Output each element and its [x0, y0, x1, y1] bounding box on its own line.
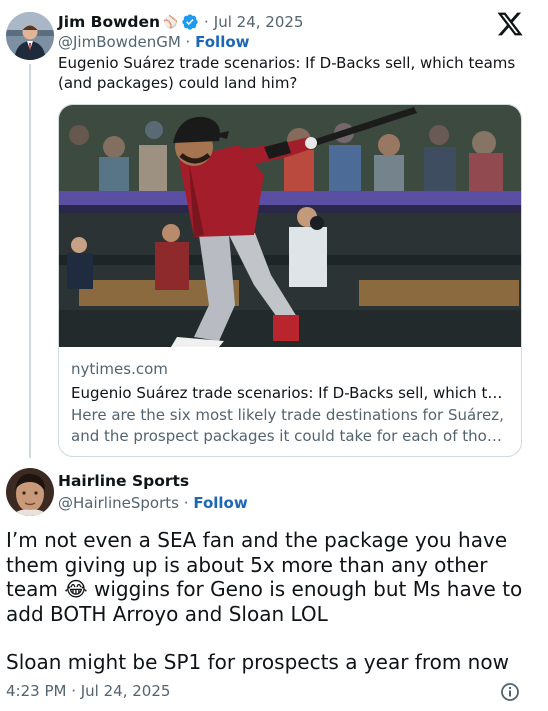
author-handle[interactable]: @JimBowdenGM: [58, 33, 181, 51]
parent-author-row: Jim Bowden ⚾ · Jul 24, 2025: [58, 11, 303, 33]
reply-timestamp[interactable]: 4:23 PM · Jul 24, 2025: [6, 682, 170, 700]
card-description: Here are the six most likely trade desti…: [71, 405, 509, 447]
author-avatar-jim-bowden[interactable]: [6, 12, 54, 60]
avatar-photo: [6, 12, 54, 60]
link-preview-card[interactable]: nytimes.com Eugenio Suárez trade scenari…: [58, 104, 522, 457]
name-emoji: ⚾: [163, 15, 179, 29]
article-image: [59, 105, 521, 347]
card-description-line-2: and the prospect packages it could take …: [71, 427, 509, 445]
date-separator: ·: [204, 13, 209, 31]
reply-paragraph-1: I’m not even a SEA fan and the package y…: [6, 528, 523, 626]
author-name[interactable]: Jim Bowden: [58, 13, 160, 31]
reply-author-handle[interactable]: @HairlineSports: [58, 494, 179, 512]
verified-badge-icon: [181, 13, 199, 31]
card-domain: nytimes.com: [71, 360, 168, 378]
reply-handle-row: @HairlineSports · Follow: [58, 494, 248, 512]
card-description-line-1: Here are the six most likely trade desti…: [71, 406, 504, 424]
tweet-text: Eugenio Suárez trade scenarios: If D-Bac…: [58, 54, 516, 92]
reply-text: I’m not even a SEA fan and the package y…: [6, 528, 542, 675]
reply-paragraph-2: Sloan might be SP1 for prospects a year …: [6, 650, 509, 674]
handle-separator: ·: [185, 33, 191, 51]
info-icon[interactable]: [500, 682, 520, 702]
parent-handle-row: @JimBowdenGM · Follow: [58, 33, 250, 51]
reply-author-name[interactable]: Hairline Sports: [58, 472, 189, 490]
author-avatar-hairline-sports[interactable]: [6, 468, 54, 516]
follow-button[interactable]: Follow: [193, 494, 247, 512]
thread-connector-line: [29, 64, 31, 458]
handle-separator: ·: [183, 494, 189, 512]
tweet-date[interactable]: Jul 24, 2025: [214, 13, 304, 31]
avatar-photo: [6, 468, 54, 516]
x-logo-icon[interactable]: [496, 10, 524, 38]
card-title: Eugenio Suárez trade scenarios: If D-Bac…: [71, 384, 509, 402]
follow-button[interactable]: Follow: [195, 33, 249, 51]
